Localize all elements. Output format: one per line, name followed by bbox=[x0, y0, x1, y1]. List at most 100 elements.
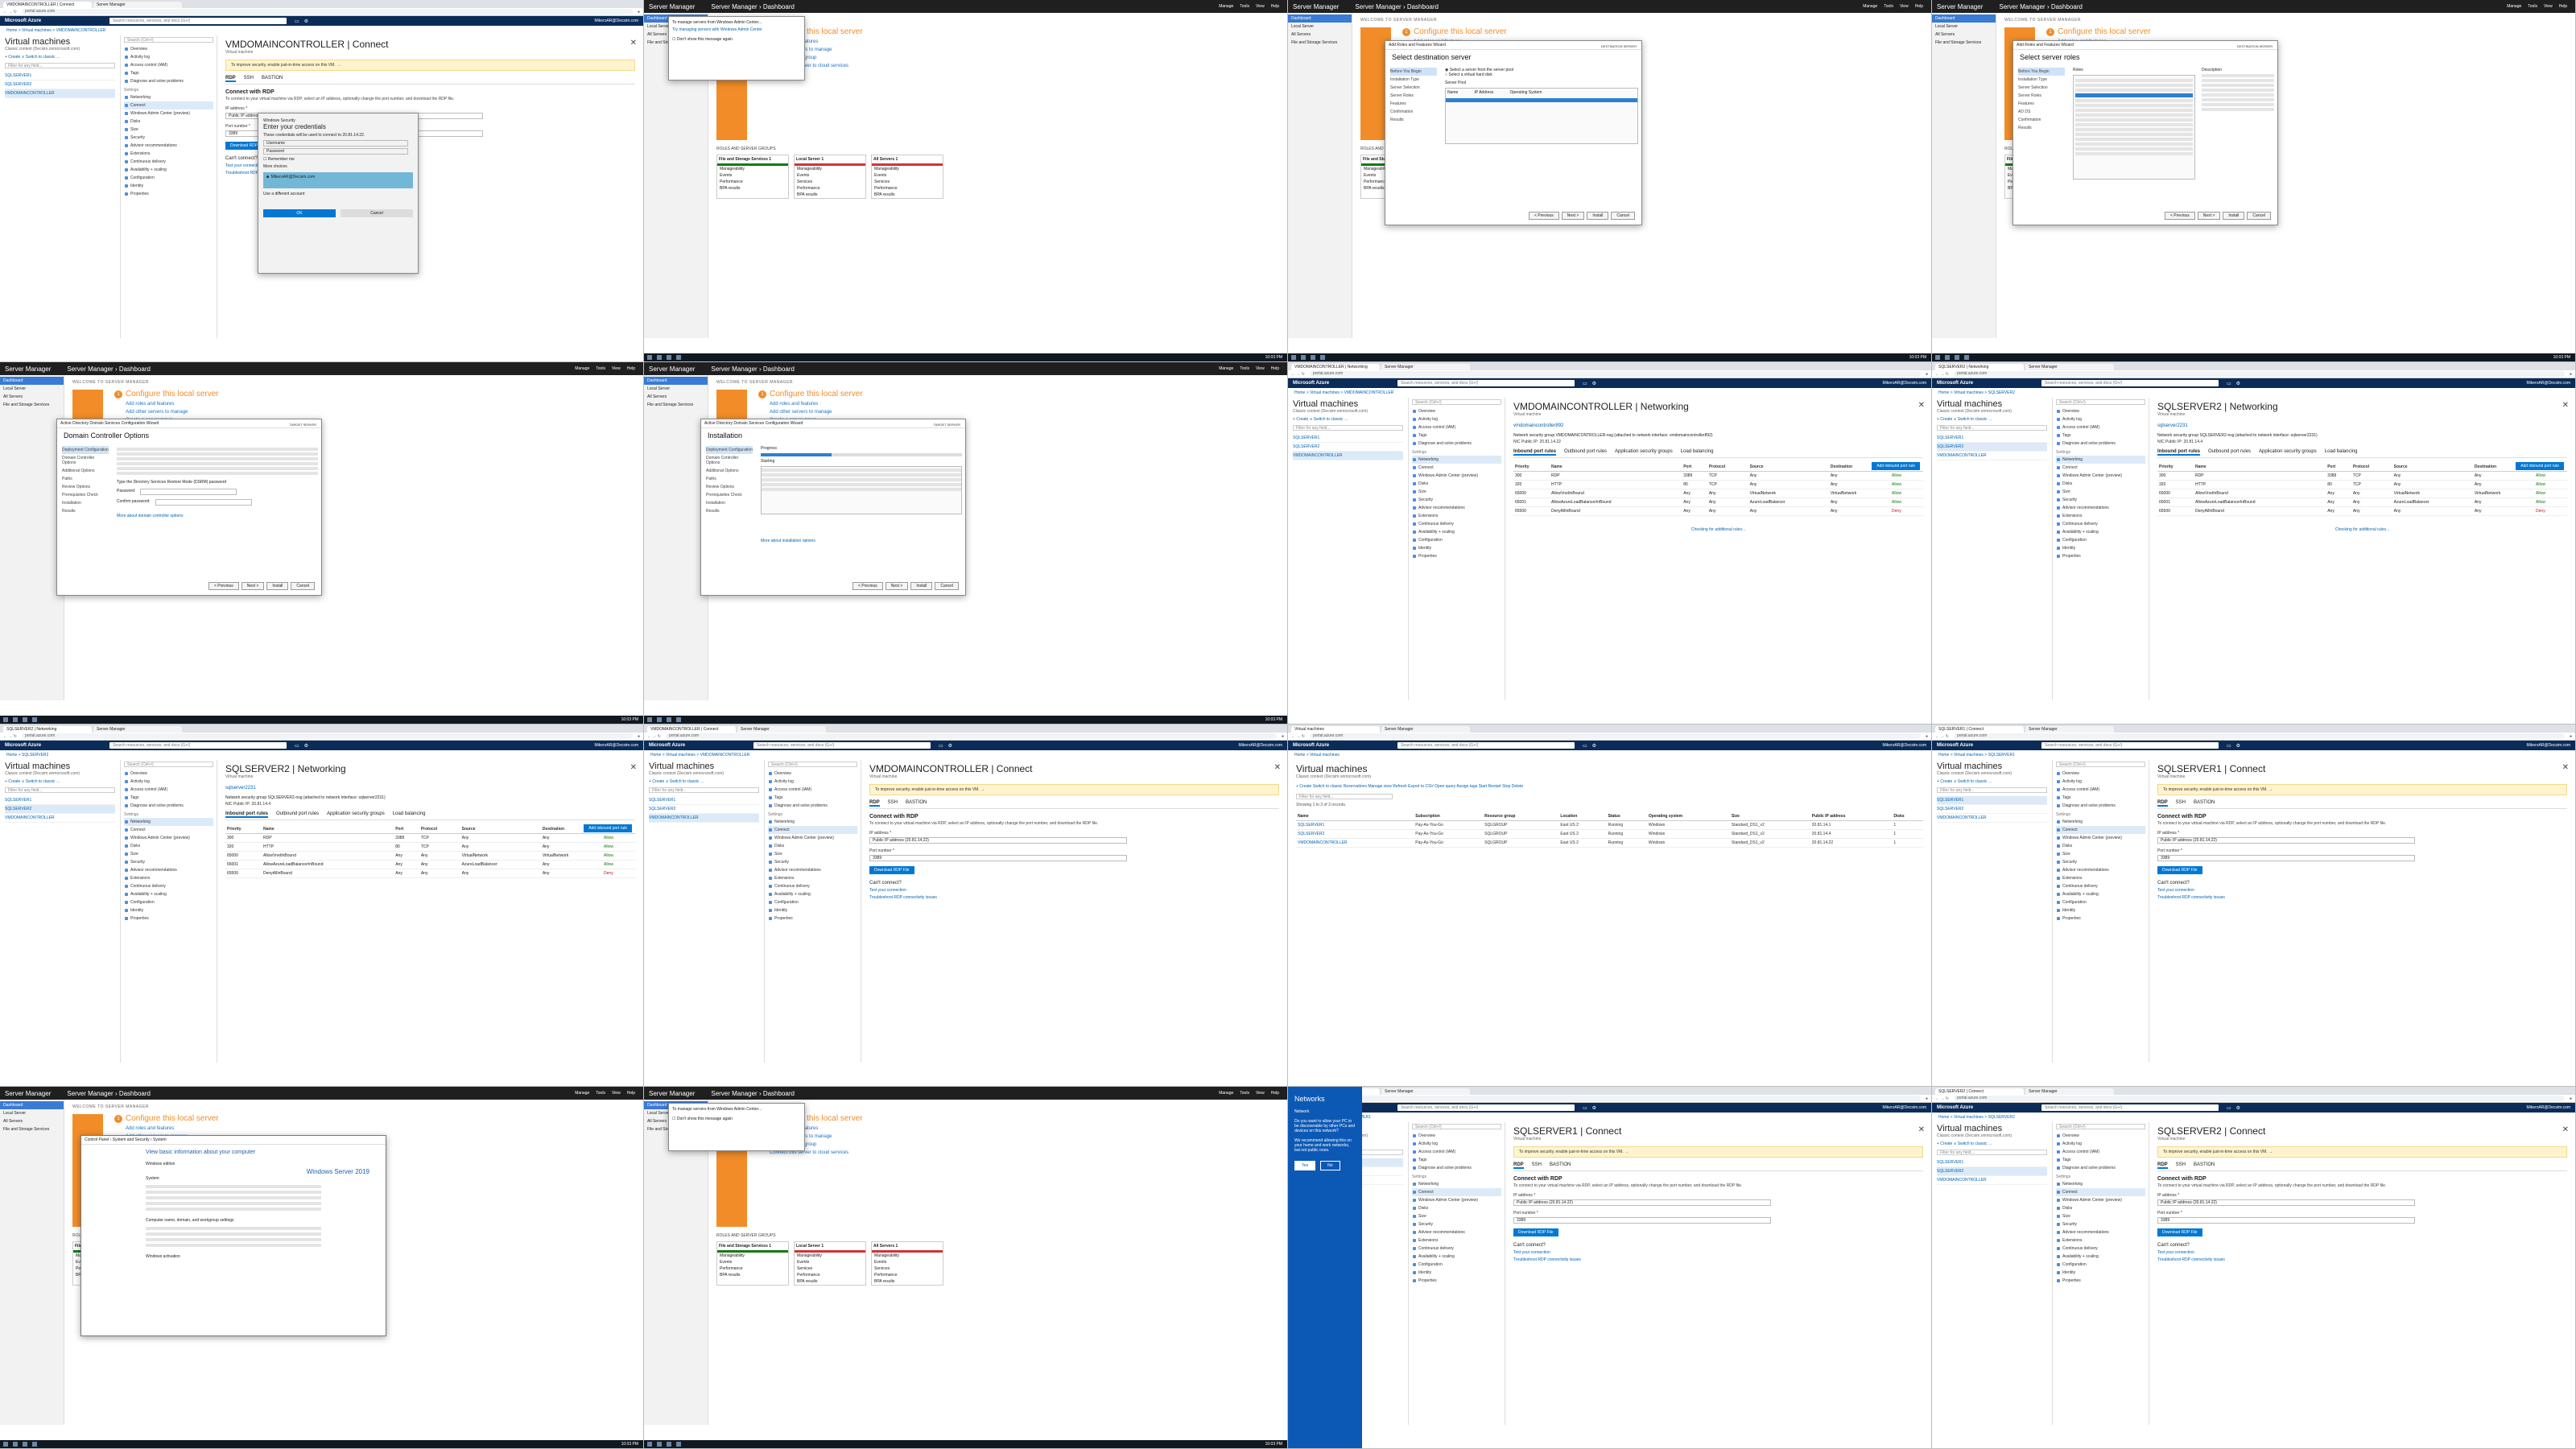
menu-item-security[interactable]: Security bbox=[768, 858, 857, 866]
sm-menu-item[interactable]: Tools bbox=[1884, 4, 1893, 9]
menu-item[interactable]: Tags bbox=[2056, 794, 2145, 802]
search-icon[interactable] bbox=[13, 717, 18, 722]
role-checkbox-row[interactable] bbox=[2075, 84, 2193, 87]
account-option[interactable]: ☻ MikeroAR@Decsim.com bbox=[263, 172, 413, 188]
wizard-button[interactable]: Next > bbox=[241, 582, 265, 590]
bell-icon[interactable]: ⚙ bbox=[1592, 743, 1596, 749]
menu-item-windows-admin-center-preview[interactable]: Windows Admin Center (preview) bbox=[2056, 834, 2145, 842]
tab-ssh[interactable]: SSH bbox=[2176, 1162, 2186, 1169]
vm-list-item[interactable]: SQLSERVER2 bbox=[1937, 805, 2047, 814]
explorer-icon[interactable] bbox=[1311, 355, 1315, 360]
wizard-step[interactable]: Before You Begin bbox=[2018, 68, 2065, 76]
explorer-icon[interactable] bbox=[667, 355, 671, 360]
close-icon[interactable]: ✕ bbox=[1918, 401, 1925, 410]
url-input[interactable]: portal.azure.com bbox=[21, 733, 633, 739]
menu-item-continuous-delivery[interactable]: Continuous delivery bbox=[2056, 520, 2145, 528]
menu-item-windows-admin-center-preview[interactable]: Windows Admin Center (preview) bbox=[1412, 1196, 1501, 1204]
profile-icon[interactable]: ● bbox=[2570, 372, 2572, 377]
server-manager-icon[interactable] bbox=[1320, 355, 1325, 360]
tab-inbound-port-rules[interactable]: Inbound port rules bbox=[225, 811, 268, 818]
role-card[interactable]: File and Storage Services 1 Manageabilit… bbox=[716, 1241, 789, 1286]
menu-item-properties[interactable]: Properties bbox=[2056, 1277, 2145, 1285]
azure-brand[interactable]: Microsoft Azure bbox=[1293, 381, 1381, 386]
wizard-button[interactable]: < Previous bbox=[1529, 212, 1559, 220]
sm-nav-item[interactable]: All Servers bbox=[644, 393, 708, 401]
cloud-shell-icon[interactable]: ▭ bbox=[2227, 743, 2231, 749]
menu-item-advisor-recommendations[interactable]: Advisor recommendations bbox=[1412, 504, 1501, 512]
ip-select[interactable]: Public IP address (20.81.14.22) bbox=[1513, 1199, 1771, 1206]
role-checkbox-row[interactable] bbox=[2075, 123, 2193, 126]
menu-item[interactable]: Diagnose and solve problems bbox=[2056, 802, 2145, 810]
sm-menu-item[interactable]: Manage bbox=[575, 1091, 589, 1096]
tab-load-balancing[interactable]: Load balancing bbox=[2325, 449, 2358, 456]
system-path[interactable]: Control Panel › System and Security › Sy… bbox=[81, 1136, 386, 1145]
menu-item-availability-scaling[interactable]: Availability + scaling bbox=[768, 890, 857, 898]
dont-show-checkbox[interactable]: ☐ Don't show this message again bbox=[672, 1117, 801, 1121]
role-card[interactable]: Local Server 1 ManageabilityEventsServic… bbox=[794, 155, 866, 199]
menu-item-size[interactable]: Size bbox=[124, 126, 213, 134]
role-checkbox-row[interactable] bbox=[2075, 104, 2193, 107]
table-row[interactable]: 300 RDP 3389 TCP Any Any Allow bbox=[225, 833, 635, 843]
vm-list-item[interactable]: SQLSERVER1 bbox=[1937, 1158, 2047, 1167]
menu-item-size[interactable]: Size bbox=[1412, 488, 1501, 496]
yes-button[interactable]: Yes bbox=[1294, 1161, 1316, 1170]
test-connection-link[interactable]: Test your connection bbox=[2157, 888, 2567, 893]
wizard-button[interactable]: Cancel bbox=[2247, 212, 2271, 220]
account-name[interactable]: MikeroAR@Decsim.com bbox=[1882, 743, 1926, 748]
column-header[interactable]: IP Address bbox=[1474, 90, 1493, 95]
bell-icon[interactable]: ⚙ bbox=[948, 743, 952, 749]
breadcrumb[interactable]: Home > Virtual machines > SQLSERVER2 bbox=[1932, 388, 2575, 398]
tab-ssh[interactable]: SSH bbox=[888, 800, 898, 807]
menu-item-extensions[interactable]: Extensions bbox=[1412, 512, 1501, 520]
url-input[interactable]: portal.azure.com bbox=[1309, 733, 1921, 739]
troubleshoot-link[interactable]: Troubleshoot RDP connectivity issues bbox=[1513, 1257, 1923, 1262]
table-row[interactable]: SQLSERVER2 Pay-As-You-Go SQLGROUP East US 2… bbox=[1296, 829, 1923, 839]
role-card-row[interactable]: Manageability bbox=[795, 166, 865, 172]
wizard-button[interactable]: Next > bbox=[2197, 212, 2221, 220]
role-checkbox-row[interactable] bbox=[2075, 142, 2193, 146]
wizard-step[interactable]: Additional Options bbox=[706, 467, 753, 475]
cloud-shell-icon[interactable]: ▭ bbox=[1583, 1105, 1587, 1111]
wizard-step[interactable]: Domain Controller Options bbox=[62, 454, 109, 467]
browser-tab[interactable]: VMDOMAINCONTROLLER | Networking bbox=[1291, 364, 1380, 370]
column-header[interactable]: Name bbox=[1296, 812, 1414, 821]
refresh-icon[interactable]: ↻ bbox=[14, 10, 17, 14]
bell-icon[interactable]: ⚙ bbox=[2236, 381, 2240, 386]
vm-list-item[interactable]: VMDOMAINCONTROLLER bbox=[649, 814, 759, 823]
sm-menu-item[interactable]: Help bbox=[1271, 366, 1279, 371]
role-checkbox-row[interactable] bbox=[2075, 118, 2193, 122]
start-icon[interactable] bbox=[1935, 355, 1940, 360]
forward-icon[interactable]: → bbox=[1940, 1096, 1944, 1101]
menu-item[interactable]: Activity log bbox=[1412, 1140, 1501, 1148]
menu-item-connect[interactable]: Connect bbox=[1412, 1188, 1501, 1196]
menu-item-configuration[interactable]: Configuration bbox=[2056, 1261, 2145, 1269]
close-icon[interactable]: ✕ bbox=[1274, 763, 1281, 772]
menu-item[interactable]: Activity log bbox=[2056, 1140, 2145, 1148]
username-input[interactable]: Username bbox=[263, 140, 408, 147]
menu-item-networking[interactable]: Networking bbox=[2056, 456, 2145, 464]
table-row[interactable]: SQLSERVER1 Pay-As-You-Go SQLGROUP East US 2… bbox=[1296, 820, 1923, 830]
quickstart-title[interactable]: Configure this local server bbox=[1414, 27, 1507, 36]
sm-menu-item[interactable]: Manage bbox=[1219, 366, 1233, 371]
vm-filter-input[interactable]: Filter for any field... bbox=[1293, 425, 1403, 431]
ok-button[interactable]: OK bbox=[263, 209, 336, 217]
vm-list-item[interactable]: SQLSERVER2 bbox=[649, 805, 759, 814]
tab-rdp[interactable]: RDP bbox=[2157, 800, 2168, 807]
menu-item-extensions[interactable]: Extensions bbox=[2056, 874, 2145, 882]
menu-item[interactable]: Diagnose and solve problems bbox=[2056, 1164, 2145, 1172]
cloud-shell-icon[interactable]: ▭ bbox=[295, 743, 299, 749]
azure-brand[interactable]: Microsoft Azure bbox=[1937, 1105, 2025, 1110]
menu-item-identity[interactable]: Identity bbox=[2056, 1269, 2145, 1277]
menu-item-extensions[interactable]: Extensions bbox=[768, 874, 857, 882]
sm-menu-item[interactable]: Help bbox=[1271, 1091, 1279, 1096]
start-icon[interactable] bbox=[647, 355, 652, 360]
role-checkbox-row[interactable] bbox=[2075, 128, 2193, 131]
account-name[interactable]: MikeroAR@Decsim.com bbox=[1882, 1105, 1926, 1110]
sm-nav-item[interactable]: File and Storage Services bbox=[0, 401, 64, 409]
wizard-step[interactable]: Server Roles bbox=[1390, 92, 1437, 100]
cloud-shell-icon[interactable]: ▭ bbox=[2227, 381, 2231, 386]
sm-nav-item[interactable]: File and Storage Services bbox=[644, 401, 708, 409]
back-icon[interactable]: ← bbox=[1935, 372, 1939, 377]
bell-icon[interactable]: ⚙ bbox=[304, 19, 308, 24]
column-header[interactable]: Subscription bbox=[1414, 812, 1484, 821]
